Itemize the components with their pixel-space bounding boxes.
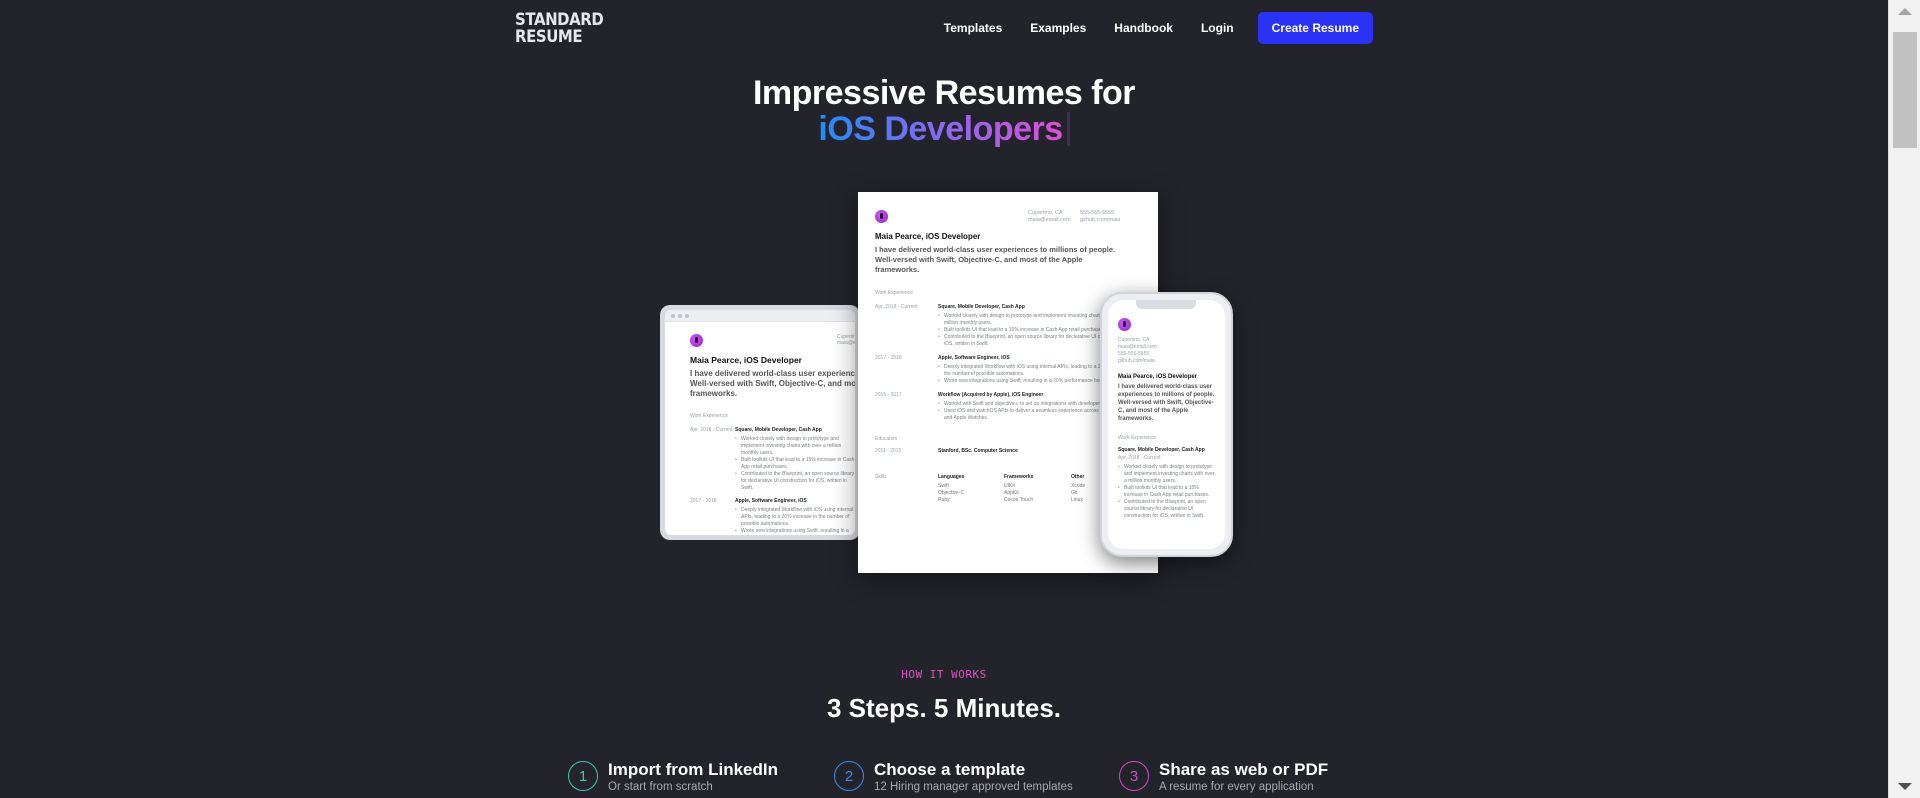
phone-summary: I have delivered world-class user experi…	[1118, 384, 1215, 422]
nav-link-templates[interactable]: Templates	[930, 21, 1016, 35]
scrollbar-thumb[interactable]	[1893, 32, 1917, 148]
tablet-job1-title: Square, Mobile Developer, Cash App	[735, 427, 822, 433]
avatar	[690, 334, 703, 347]
hero-title: Impressive Resumes for	[752, 74, 1136, 112]
paper-job1-dates: Apr, 2018 - Current	[875, 304, 918, 310]
step-title-1: Import from LinkedIn	[608, 760, 778, 779]
top-nav: STANDARD RESUME Templates Examples Handb…	[515, 0, 1373, 55]
tablet-section-work: Work Experience	[690, 413, 728, 419]
paper-skill-head: Languages	[938, 474, 965, 480]
typing-caret	[1066, 112, 1070, 146]
nav-link-examples[interactable]: Examples	[1016, 21, 1100, 35]
browser-bar	[665, 310, 855, 322]
phone-web: github.com/maia	[1118, 358, 1155, 364]
phone-job1-bullet: Worked closely with design to prototype …	[1118, 464, 1217, 485]
tablet-email: maia@email.com	[837, 340, 855, 346]
hero-subtitle: iOS Developers	[0, 110, 1888, 149]
paper-skill-item: AppKit	[1004, 490, 1019, 496]
phone-screen: Cupertino, CA maia@email.com 555-555-555…	[1108, 300, 1225, 549]
phone-location: Cupertino, CA	[1118, 337, 1150, 343]
paper-job3-dates: 2015 - 2017	[875, 392, 902, 398]
tablet-job1-bullet: Contributed to the Blueprint, an open so…	[735, 471, 855, 492]
phone-notch	[1136, 300, 1196, 309]
tablet-job1-dates: Apr, 2018 - Current	[690, 427, 733, 433]
phone-name: Maia Pearce, iOS Developer	[1118, 374, 1198, 380]
nav-link-handbook[interactable]: Handbook	[1100, 21, 1187, 35]
phone-email: maia@email.com	[1118, 344, 1157, 350]
logo-line-2: RESUME	[515, 26, 583, 47]
paper-location: Cupertino, CA	[1028, 210, 1063, 216]
create-resume-button[interactable]: Create Resume	[1257, 11, 1373, 44]
paper-web: github.com/maia	[1080, 217, 1121, 223]
phone-job1-dates: Apr, 2018 - Current	[1118, 455, 1161, 461]
step-number-1: 1	[568, 761, 598, 791]
tablet-name: Maia Pearce, iOS Developer	[690, 355, 802, 365]
how-it-works-eyebrow: HOW IT WORKS	[901, 668, 987, 681]
paper-skill-item: Swift	[938, 483, 949, 489]
phone-section-work: Work Experience	[1118, 435, 1156, 441]
nav-link-login[interactable]: Login	[1187, 21, 1248, 35]
phone-job1-title: Square, Mobile Developer, Cash App	[1118, 447, 1205, 453]
phone-job1-bullet: Built toolkits UI that lead to a 15% inc…	[1118, 485, 1217, 499]
paper-summary: I have delivered world-class user experi…	[875, 245, 1116, 274]
step-desc-1: Or start from scratch	[608, 781, 713, 793]
paper-skill-item: Cocoa Touch	[1004, 497, 1034, 503]
step-number-2: 2	[834, 761, 864, 791]
paper-skill-item: UIKit	[1004, 483, 1015, 489]
standard-resume-logo[interactable]: STANDARD RESUME	[515, 11, 604, 47]
paper-skill-head: Frameworks	[1004, 474, 1034, 480]
tablet-job1-bullet: Worked closely with design to prototype …	[735, 436, 855, 457]
scroll-down-arrow-icon[interactable]	[1898, 783, 1912, 790]
step-1: 1 Import from LinkedIn Or start from scr…	[568, 760, 778, 793]
nav-links: Templates Examples Handbook Login Create…	[930, 11, 1373, 44]
scroll-up-arrow-icon[interactable]	[1898, 8, 1912, 15]
paper-skill-item: Objective-C	[938, 490, 965, 496]
phone-job1-bullet: Contributed to the Blueprint, an open so…	[1118, 499, 1217, 520]
tablet-screen: Cupertino, CA maia@email.com Maia Pearce…	[665, 310, 855, 535]
paper-skill-item: Ruby	[938, 497, 950, 503]
step-number-3: 3	[1119, 761, 1149, 791]
tablet-summary: I have delivered world-class user experi…	[690, 369, 855, 398]
hero-highlight: iOS Developers	[818, 110, 1063, 148]
step-desc-3: A resume for every application	[1159, 781, 1314, 793]
paper-email: maia@email.com	[1028, 217, 1071, 223]
tablet-job2-title: Apple, Software Engineer, iOS	[735, 498, 807, 504]
paper-education-dates: 2011 - 2015	[875, 448, 902, 454]
page-scrollbar[interactable]	[1888, 0, 1920, 798]
step-2: 2 Choose a template 12 Hiring manager ap…	[834, 760, 1073, 793]
paper-job2-dates: 2017 - 2018	[875, 355, 902, 361]
phone-mockup: Cupertino, CA maia@email.com 555-555-555…	[1100, 292, 1233, 557]
step-title-3: Share as web or PDF	[1159, 760, 1329, 779]
tablet-job2-dates: 2017 - 2018	[690, 498, 717, 504]
step-3: 3 Share as web or PDF A resume for every…	[1119, 760, 1328, 793]
landing-page: STANDARD RESUME Templates Examples Handb…	[0, 0, 1888, 798]
tablet-job2-bullet: Deeply integrated Workflow with iOS usin…	[735, 507, 855, 528]
tablet-job2-bullet: Wrote new integrations using Swift, resu…	[735, 528, 855, 535]
paper-phone: 555-555-5555	[1080, 210, 1115, 216]
avatar	[1118, 318, 1131, 331]
step-desc-2: 12 Hiring manager approved templates	[874, 781, 1073, 793]
avatar	[875, 210, 888, 223]
steps-heading: 3 Steps. 5 Minutes.	[826, 693, 1062, 723]
paper-section-skills: Skills	[875, 474, 887, 480]
tablet-mockup: Cupertino, CA maia@email.com Maia Pearce…	[660, 305, 860, 540]
tablet-job1-bullet: Built toolkits UI that lead to a 15% inc…	[735, 457, 855, 471]
phone-phone: 555-555-5555	[1118, 351, 1150, 357]
paper-education: Stanford, BSc. Computer Science	[938, 448, 1018, 454]
step-title-2: Choose a template	[874, 760, 1026, 779]
paper-name: Maia Pearce, iOS Developer	[875, 232, 981, 241]
